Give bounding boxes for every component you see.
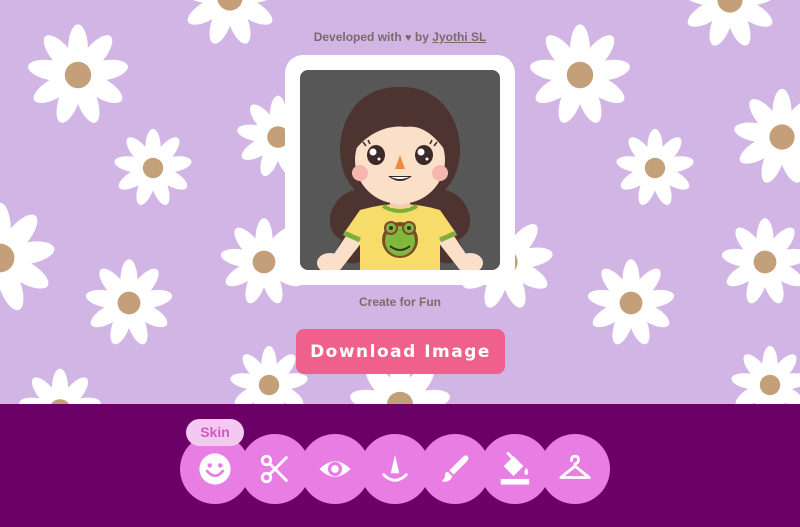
avatar-illustration xyxy=(317,86,483,270)
paint-bucket-icon xyxy=(500,452,530,485)
heart-icon: ♥ xyxy=(405,32,412,44)
brush-icon xyxy=(442,455,469,482)
download-image-button[interactable]: Download Image xyxy=(296,329,505,374)
clothes-tool-button[interactable] xyxy=(540,434,610,504)
eye-icon xyxy=(319,461,351,477)
developer-credit: Developed with ♥ by Jyothi SL xyxy=(0,30,800,44)
nose-icon xyxy=(382,454,408,482)
credit-prefix: Developed with xyxy=(313,30,402,44)
smiley-icon xyxy=(199,453,231,485)
frog-icon xyxy=(382,221,418,258)
scissors-icon xyxy=(260,454,288,484)
tagline: Create for Fun xyxy=(358,295,441,309)
avatar-frame xyxy=(285,55,515,285)
author-link[interactable]: Jyothi SL xyxy=(432,30,486,44)
tool-bar: Skin xyxy=(0,404,800,527)
hanger-icon xyxy=(559,454,591,479)
avatar-portrait xyxy=(300,70,500,270)
active-tool-tooltip: Skin xyxy=(186,419,244,446)
credit-by: by xyxy=(414,30,429,44)
